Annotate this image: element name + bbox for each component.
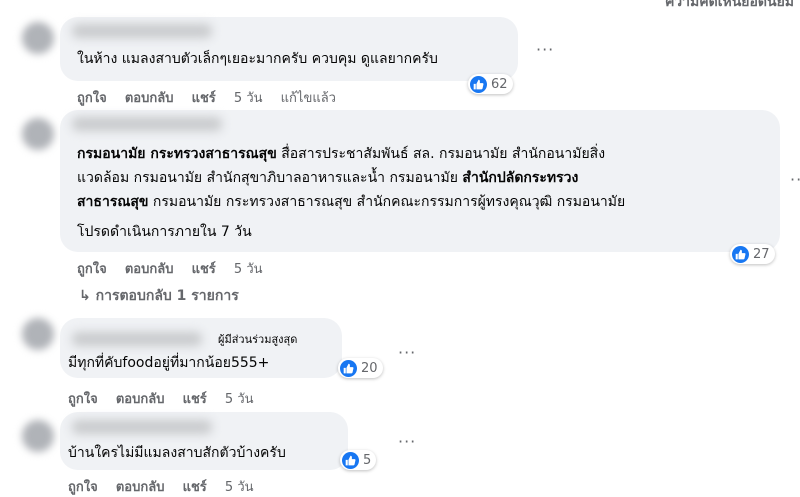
commenter-name[interactable]	[72, 117, 222, 131]
avatar[interactable]	[22, 318, 54, 350]
reaction-count-value: 27	[753, 246, 770, 262]
comment-text-line-4: โปรดดำเนินการภายใน 7 วัน	[77, 224, 252, 240]
comment-text: บ้านใครไม่มีแมลงสาบสักตัวบ้างครับ	[68, 445, 286, 461]
avatar[interactable]	[22, 420, 54, 452]
commenter-name[interactable]	[72, 420, 212, 434]
more-options-icon[interactable]: ···	[398, 343, 416, 362]
comment-actions: ถูกใจ ตอบกลับ แชร์ 5 วัน	[68, 476, 268, 497]
timestamp[interactable]: 5 วัน	[225, 392, 254, 407]
reply-arrow-icon: ↳	[79, 288, 91, 304]
timestamp[interactable]: 5 วัน	[225, 480, 254, 495]
avatar[interactable]	[22, 22, 54, 54]
share-button[interactable]: แชร์	[183, 480, 207, 495]
comment-text: มีทุกที่คับfoodอยู่ที่มากน้อย555+	[68, 355, 270, 371]
reaction-count[interactable]: 62	[468, 74, 513, 94]
like-icon	[732, 245, 749, 263]
top-comments-label[interactable]: ความคิดเห็นยอดนิยม	[665, 0, 794, 13]
comment-actions: ถูกใจ ตอบกลับ แชร์ 5 วัน แก้ไขแล้ว	[77, 87, 350, 108]
comment-actions: ถูกใจ ตอบกลับ แชร์ 5 วัน	[77, 258, 277, 279]
more-options-icon[interactable]: ···	[790, 170, 800, 189]
like-button[interactable]: ถูกใจ	[77, 262, 107, 277]
like-icon	[340, 359, 357, 377]
commenter-name[interactable]	[72, 24, 212, 38]
share-button[interactable]: แชร์	[192, 262, 216, 277]
mention-tag[interactable]: สำนักปลัดกระทรวง	[462, 170, 578, 186]
comment-text-line-3: สาธารณสุข กรมอนามัย กระทรวงสาธารณสุข สำน…	[77, 194, 626, 210]
timestamp[interactable]: 5 วัน	[234, 262, 263, 277]
comment-text-line-1: กรมอนามัย กระทรวงสาธารณสุข สื่อสารประชาส…	[77, 146, 606, 162]
reply-button[interactable]: ตอบกลับ	[125, 91, 174, 106]
reply-button[interactable]: ตอบกลับ	[116, 392, 165, 407]
comment-actions: ถูกใจ ตอบกลับ แชร์ 5 วัน	[68, 388, 268, 409]
reaction-count-value: 20	[361, 360, 378, 376]
view-replies-label: การตอบกลับ 1 รายการ	[95, 288, 239, 304]
edited-label[interactable]: แก้ไขแล้ว	[281, 91, 336, 106]
reaction-count-value: 62	[491, 76, 508, 92]
avatar[interactable]	[22, 118, 54, 150]
timestamp[interactable]: 5 วัน	[234, 91, 263, 106]
reaction-count-value: 5	[363, 452, 372, 468]
like-button[interactable]: ถูกใจ	[68, 392, 98, 407]
mention-tag[interactable]: สาธารณสุข	[77, 194, 148, 210]
like-icon	[342, 451, 359, 469]
more-options-icon[interactable]: ···	[398, 432, 416, 451]
mention-tag[interactable]: กรมอนามัย กระทรวงสาธารณสุข	[77, 146, 277, 162]
reply-button[interactable]: ตอบกลับ	[116, 480, 165, 495]
share-button[interactable]: แชร์	[192, 91, 216, 106]
reaction-count[interactable]: 27	[730, 244, 775, 264]
reply-button[interactable]: ตอบกลับ	[125, 262, 174, 277]
like-button[interactable]: ถูกใจ	[77, 91, 107, 106]
view-replies-link[interactable]: ↳ การตอบกลับ 1 รายการ	[79, 285, 239, 307]
reaction-count[interactable]: 20	[338, 358, 383, 378]
share-button[interactable]: แชร์	[183, 392, 207, 407]
commenter-name[interactable]	[72, 332, 202, 346]
comment-text: ในห้าง แมลงสาบตัวเล็กๆเยอะมากครับ ควบคุม…	[77, 51, 438, 67]
more-options-icon[interactable]: ···	[536, 40, 554, 59]
comment-text-line-2: แวดล้อม กรมอนามัย สำนักสุขาภิบาลอาหารและ…	[77, 170, 579, 186]
like-button[interactable]: ถูกใจ	[68, 480, 98, 495]
reaction-count[interactable]: 5	[340, 450, 377, 470]
like-icon	[470, 75, 487, 93]
top-fan-badge: ผู้มีส่วนร่วมสูงสุด	[218, 333, 298, 346]
